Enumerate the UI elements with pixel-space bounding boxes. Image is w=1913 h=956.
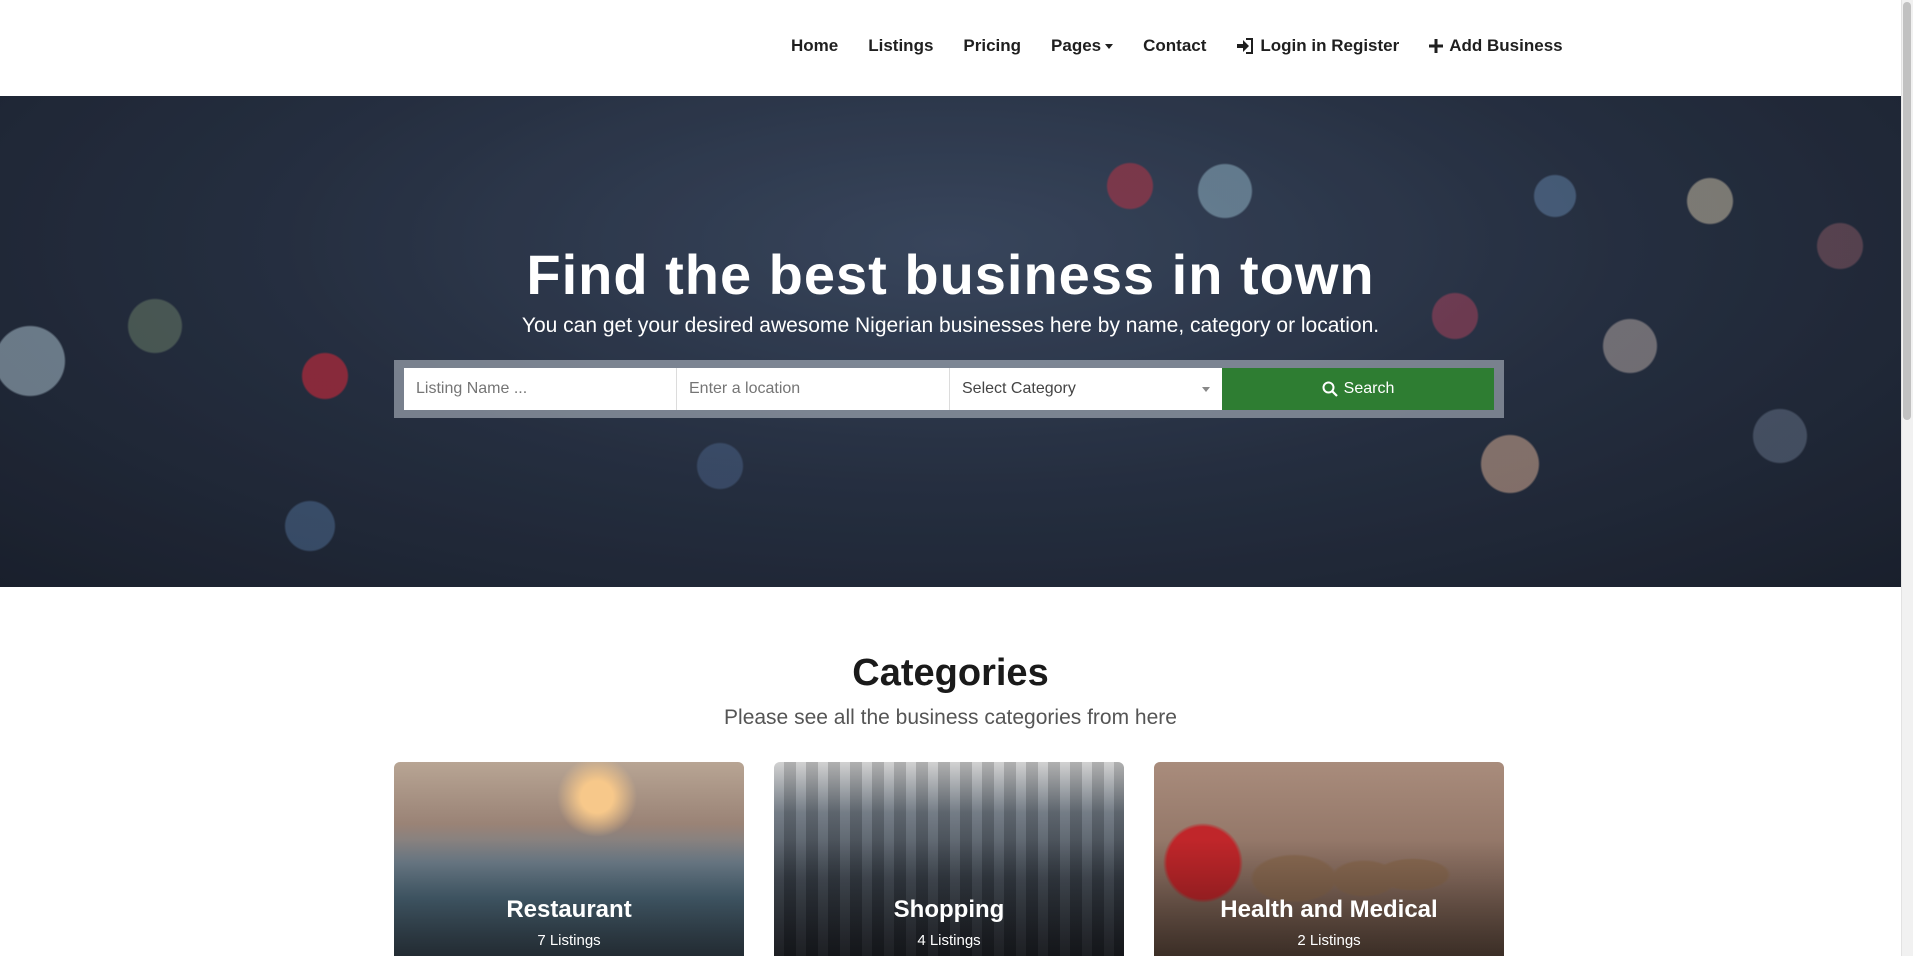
categories-subtitle: Please see all the business categories f… bbox=[724, 706, 1177, 729]
plus-icon bbox=[1429, 39, 1444, 53]
search-button[interactable]: Search bbox=[1222, 368, 1494, 410]
category-card-count: 7 Listings bbox=[537, 932, 601, 949]
category-card-count: 4 Listings bbox=[917, 932, 981, 949]
chevron-down-icon bbox=[1105, 43, 1114, 49]
nav-contact-label: Contact bbox=[1143, 36, 1207, 55]
sign-in-icon bbox=[1236, 38, 1254, 54]
category-select[interactable]: Select Category bbox=[950, 368, 1222, 410]
category-cards: Restaurant 7 Listings Shopping 4 Listing… bbox=[394, 762, 1504, 956]
card-image-health bbox=[1154, 762, 1504, 956]
category-card-shopping[interactable]: Shopping 4 Listings bbox=[774, 762, 1124, 956]
hero-section: Find the best business in town You can g… bbox=[0, 96, 1901, 587]
card-image-shopping bbox=[774, 762, 1124, 956]
main-nav: Home Listings Pricing Pages Contact Logi… bbox=[791, 36, 1563, 56]
search-button-label: Search bbox=[1343, 380, 1395, 397]
categories-title: Categories bbox=[852, 652, 1049, 694]
category-card-name: Shopping bbox=[893, 896, 1005, 923]
nav-add-business-button[interactable]: Add Business bbox=[1429, 36, 1563, 56]
nav-home-label: Home bbox=[791, 36, 839, 55]
nav-pricing-link[interactable]: Pricing bbox=[963, 36, 1021, 56]
hero-background bbox=[0, 96, 1901, 587]
nav-pages-label: Pages bbox=[1051, 36, 1102, 55]
category-card-count: 2 Listings bbox=[1297, 932, 1361, 949]
chevron-down-icon bbox=[1202, 386, 1210, 392]
category-select-value: Select Category bbox=[962, 380, 1076, 397]
search-form: Select Category Search bbox=[394, 360, 1504, 418]
nav-pricing-label: Pricing bbox=[963, 36, 1022, 55]
scrollbar-thumb[interactable] bbox=[1903, 2, 1911, 420]
page-scrollbar[interactable] bbox=[1901, 0, 1913, 956]
nav-login-register-link[interactable]: Login in Register bbox=[1236, 36, 1399, 56]
nav-listings-label: Listings bbox=[868, 36, 934, 55]
nav-login-register-label: Login in Register bbox=[1260, 36, 1400, 55]
nav-contact-link[interactable]: Contact bbox=[1143, 36, 1206, 56]
category-card-health-and-medical[interactable]: Health and Medical 2 Listings bbox=[1154, 762, 1504, 956]
category-card-restaurant[interactable]: Restaurant 7 Listings bbox=[394, 762, 744, 956]
nav-pages-dropdown[interactable]: Pages bbox=[1051, 36, 1114, 56]
location-input[interactable] bbox=[677, 368, 950, 410]
card-image-restaurant bbox=[394, 762, 744, 956]
category-card-name: Restaurant bbox=[506, 896, 632, 923]
category-card-name: Health and Medical bbox=[1220, 896, 1438, 923]
hero-subtitle: You can get your desired awesome Nigeria… bbox=[521, 314, 1380, 337]
nav-home-link[interactable]: Home bbox=[791, 36, 838, 56]
nav-listings-link[interactable]: Listings bbox=[868, 36, 933, 56]
nav-add-business-label: Add Business bbox=[1449, 36, 1563, 55]
listing-name-input[interactable] bbox=[404, 368, 677, 410]
search-icon bbox=[1322, 381, 1338, 397]
navbar: Home Listings Pricing Pages Contact Logi… bbox=[0, 0, 1901, 96]
hero-title: Find the best business in town bbox=[526, 243, 1375, 306]
